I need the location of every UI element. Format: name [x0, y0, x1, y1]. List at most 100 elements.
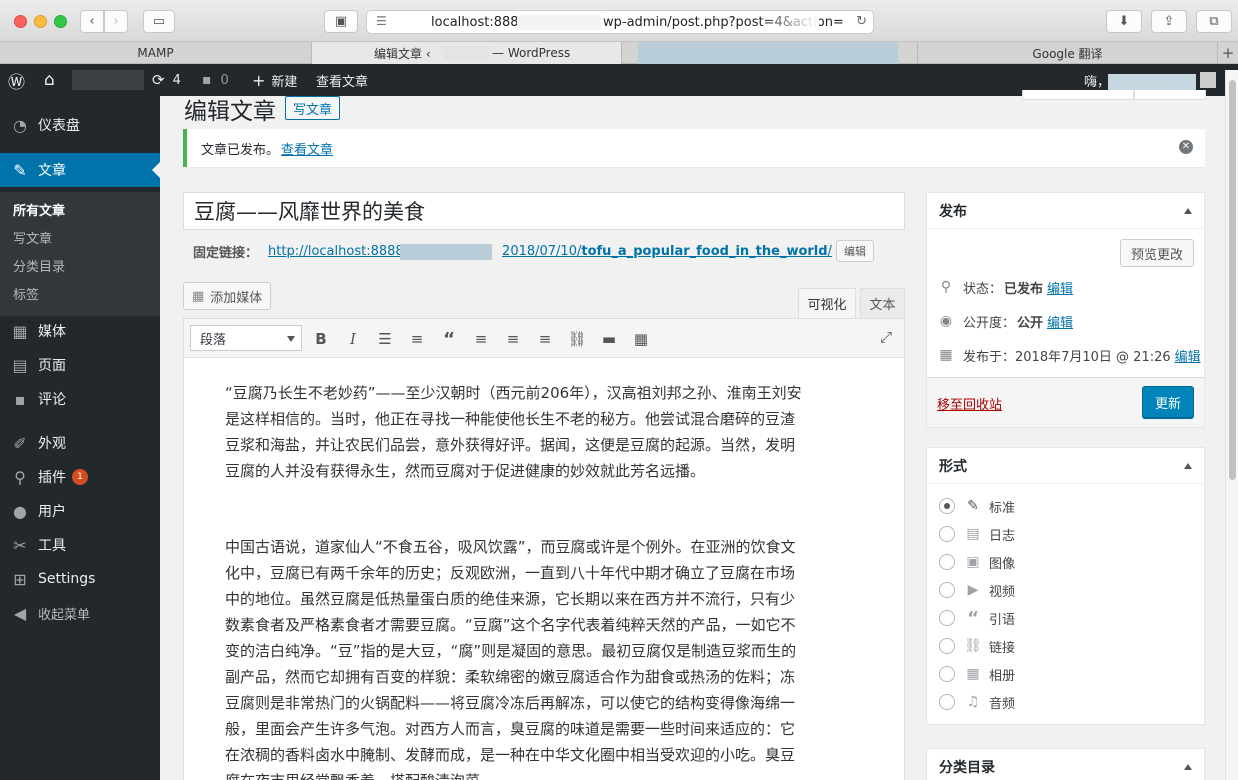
- radio-button[interactable]: [939, 638, 955, 654]
- edit-date-link[interactable]: 编辑: [1175, 346, 1201, 365]
- format-option-video[interactable]: ▶ 视频: [939, 580, 1015, 600]
- avatar[interactable]: [1200, 72, 1216, 88]
- back-icon[interactable]: ‹: [80, 10, 104, 33]
- sidebar-item-pages[interactable]: ▤ 页面: [0, 348, 160, 382]
- tabs-overview-icon[interactable]: ⧉: [1196, 10, 1232, 33]
- sidebar-toggle-icon[interactable]: ▭: [143, 10, 175, 33]
- format-option-standard[interactable]: ✎ 标准: [939, 496, 1015, 516]
- align-right-icon[interactable]: ≡: [533, 327, 557, 351]
- redacted-block: [444, 46, 490, 60]
- format-option-quote[interactable]: “ 引语: [939, 608, 1015, 629]
- sidebar-item-appearance[interactable]: ✐ 外观: [0, 426, 160, 460]
- sidebar-item-dashboard[interactable]: ◔ 仪表盘: [0, 108, 160, 142]
- wrench-icon: ✂: [13, 535, 27, 555]
- permalink-edit-button[interactable]: 编辑: [835, 240, 874, 262]
- radio-button[interactable]: [939, 526, 955, 542]
- sidebar-item-posts[interactable]: ✎ 文章: [0, 153, 160, 187]
- content-paragraph: “豆腐乃长生不老妙药”——至少汉朝时（西元前206年），汉高祖刘邦之孙、淮南王刘…: [225, 384, 802, 480]
- fullscreen-icon[interactable]: ⤢: [874, 325, 898, 349]
- scrollbar-thumb[interactable]: [1229, 80, 1236, 480]
- submenu-add-new[interactable]: 写文章: [13, 228, 52, 247]
- format-option-audio[interactable]: ♫ 音频: [939, 692, 1015, 712]
- collapse-arrow-icon[interactable]: [1184, 764, 1192, 770]
- home-icon[interactable]: ⌂: [44, 64, 55, 96]
- page-scrollbar[interactable]: [1225, 70, 1238, 780]
- eye-icon: ◉: [939, 313, 953, 329]
- tab-visual[interactable]: 可视化: [798, 288, 856, 318]
- redacted-block: [1108, 74, 1196, 90]
- permalink-link[interactable]: http://localhost:8888/2018/07/10/tofu_a_…: [268, 243, 832, 260]
- radio-button[interactable]: [939, 610, 955, 626]
- screen-options-tab[interactable]: [1022, 90, 1134, 100]
- edit-visibility-link[interactable]: 编辑: [1047, 312, 1073, 331]
- sidebar-collapse[interactable]: ◀ 收起菜单: [0, 596, 160, 630]
- aside-icon: ▤: [966, 526, 980, 542]
- sidebar-item-media[interactable]: ▦ 媒体: [0, 314, 160, 348]
- submenu-tags[interactable]: 标签: [13, 284, 39, 303]
- minimize-window-button[interactable]: [34, 15, 47, 28]
- gallery-icon: ▦: [966, 666, 980, 682]
- edit-status-link[interactable]: 编辑: [1047, 278, 1073, 297]
- submenu-categories[interactable]: 分类目录: [13, 256, 65, 275]
- format-option-gallery[interactable]: ▦ 相册: [939, 664, 1015, 684]
- view-post-link[interactable]: 查看文章: [316, 64, 368, 96]
- tab-mamp[interactable]: MAMP: [0, 42, 312, 64]
- radio-button[interactable]: [939, 554, 955, 570]
- preview-changes-button[interactable]: 预览更改: [1119, 239, 1194, 267]
- sidebar-item-plugins[interactable]: ⚲ 插件 1: [0, 460, 160, 494]
- zoom-window-button[interactable]: [54, 15, 67, 28]
- collapse-arrow-icon[interactable]: [1184, 463, 1192, 469]
- link-icon[interactable]: ⛓: [565, 327, 589, 351]
- reader-icon[interactable]: ▣: [324, 10, 358, 33]
- editor-content[interactable]: “豆腐乃长生不老妙药”——至少汉朝时（西元前206年），汉高祖刘邦之孙、淮南王刘…: [183, 358, 905, 780]
- tab-text[interactable]: 文本: [860, 288, 905, 318]
- numbered-list-icon[interactable]: ≡: [405, 327, 429, 351]
- align-center-icon[interactable]: ≡: [501, 327, 525, 351]
- wordpress-logo-icon[interactable]: Ⓦ: [8, 64, 25, 96]
- tab-google-translate[interactable]: Google 翻译: [918, 42, 1218, 64]
- post-title-input[interactable]: 豆腐——风靡世界的美食: [183, 192, 905, 230]
- submenu-all-posts[interactable]: 所有文章: [13, 200, 65, 219]
- add-new-post-button[interactable]: 写文章: [285, 96, 341, 120]
- sidebar-item-tools[interactable]: ✂ 工具: [0, 528, 160, 562]
- updates-item[interactable]: ⟳ 4: [152, 64, 181, 96]
- format-option-link[interactable]: ⛓ 链接: [939, 636, 1015, 656]
- move-to-trash-link[interactable]: 移至回收站: [937, 394, 1002, 413]
- bold-icon[interactable]: B: [309, 327, 333, 351]
- toolbar-toggle-icon[interactable]: ▦: [629, 327, 653, 351]
- help-tab[interactable]: [1134, 90, 1206, 100]
- content-paragraph: 中国古语说，道家仙人“不食五谷，吸风饮露”，而豆腐或许是个例外。在亚洲的饮食文化…: [225, 538, 797, 780]
- format-select[interactable]: 段落: [190, 325, 302, 351]
- sidebar-item-settings[interactable]: ⊞ Settings: [0, 562, 160, 596]
- format-option-aside[interactable]: ▤ 日志: [939, 524, 1015, 544]
- sidebar-item-comments[interactable]: ▪ 评论: [0, 382, 160, 416]
- add-media-button[interactable]: ▦ 添加媒体: [183, 282, 272, 310]
- align-left-icon[interactable]: ≡: [469, 327, 493, 351]
- read-more-icon[interactable]: ▬: [597, 327, 621, 351]
- download-icon[interactable]: ⬇: [1106, 10, 1142, 33]
- radio-button[interactable]: [939, 666, 955, 682]
- sidebar-item-users[interactable]: ● 用户: [0, 494, 160, 528]
- reload-icon[interactable]: ↻: [856, 14, 867, 29]
- new-tab-icon[interactable]: +: [1218, 42, 1238, 64]
- view-post-notice-link[interactable]: 查看文章: [281, 139, 333, 158]
- bullet-list-icon[interactable]: ☰: [373, 327, 397, 351]
- update-button[interactable]: 更新: [1141, 386, 1194, 418]
- radio-button[interactable]: [939, 694, 955, 710]
- collapse-arrow-icon[interactable]: [1184, 208, 1192, 214]
- forward-icon[interactable]: ›: [104, 10, 128, 33]
- dismiss-icon[interactable]: ✕: [1179, 140, 1193, 154]
- permalink-label: 固定链接：: [193, 245, 259, 261]
- format-box-title[interactable]: 形式: [927, 448, 1204, 484]
- share-icon[interactable]: ⇪: [1151, 10, 1187, 33]
- italic-icon[interactable]: I: [341, 327, 365, 351]
- collapse-icon: ◀: [13, 603, 27, 623]
- radio-button[interactable]: [939, 498, 955, 514]
- close-window-button[interactable]: [14, 15, 27, 28]
- categories-box-title[interactable]: 分类目录: [927, 749, 1204, 780]
- publish-box-title[interactable]: 发布: [927, 193, 1204, 229]
- blockquote-icon[interactable]: “: [437, 327, 461, 351]
- format-option-image[interactable]: ▣ 图像: [939, 552, 1015, 572]
- address-bar[interactable]: ☰ localhost:8888/ wp-admin/post.php?post…: [366, 10, 874, 34]
- radio-button[interactable]: [939, 582, 955, 598]
